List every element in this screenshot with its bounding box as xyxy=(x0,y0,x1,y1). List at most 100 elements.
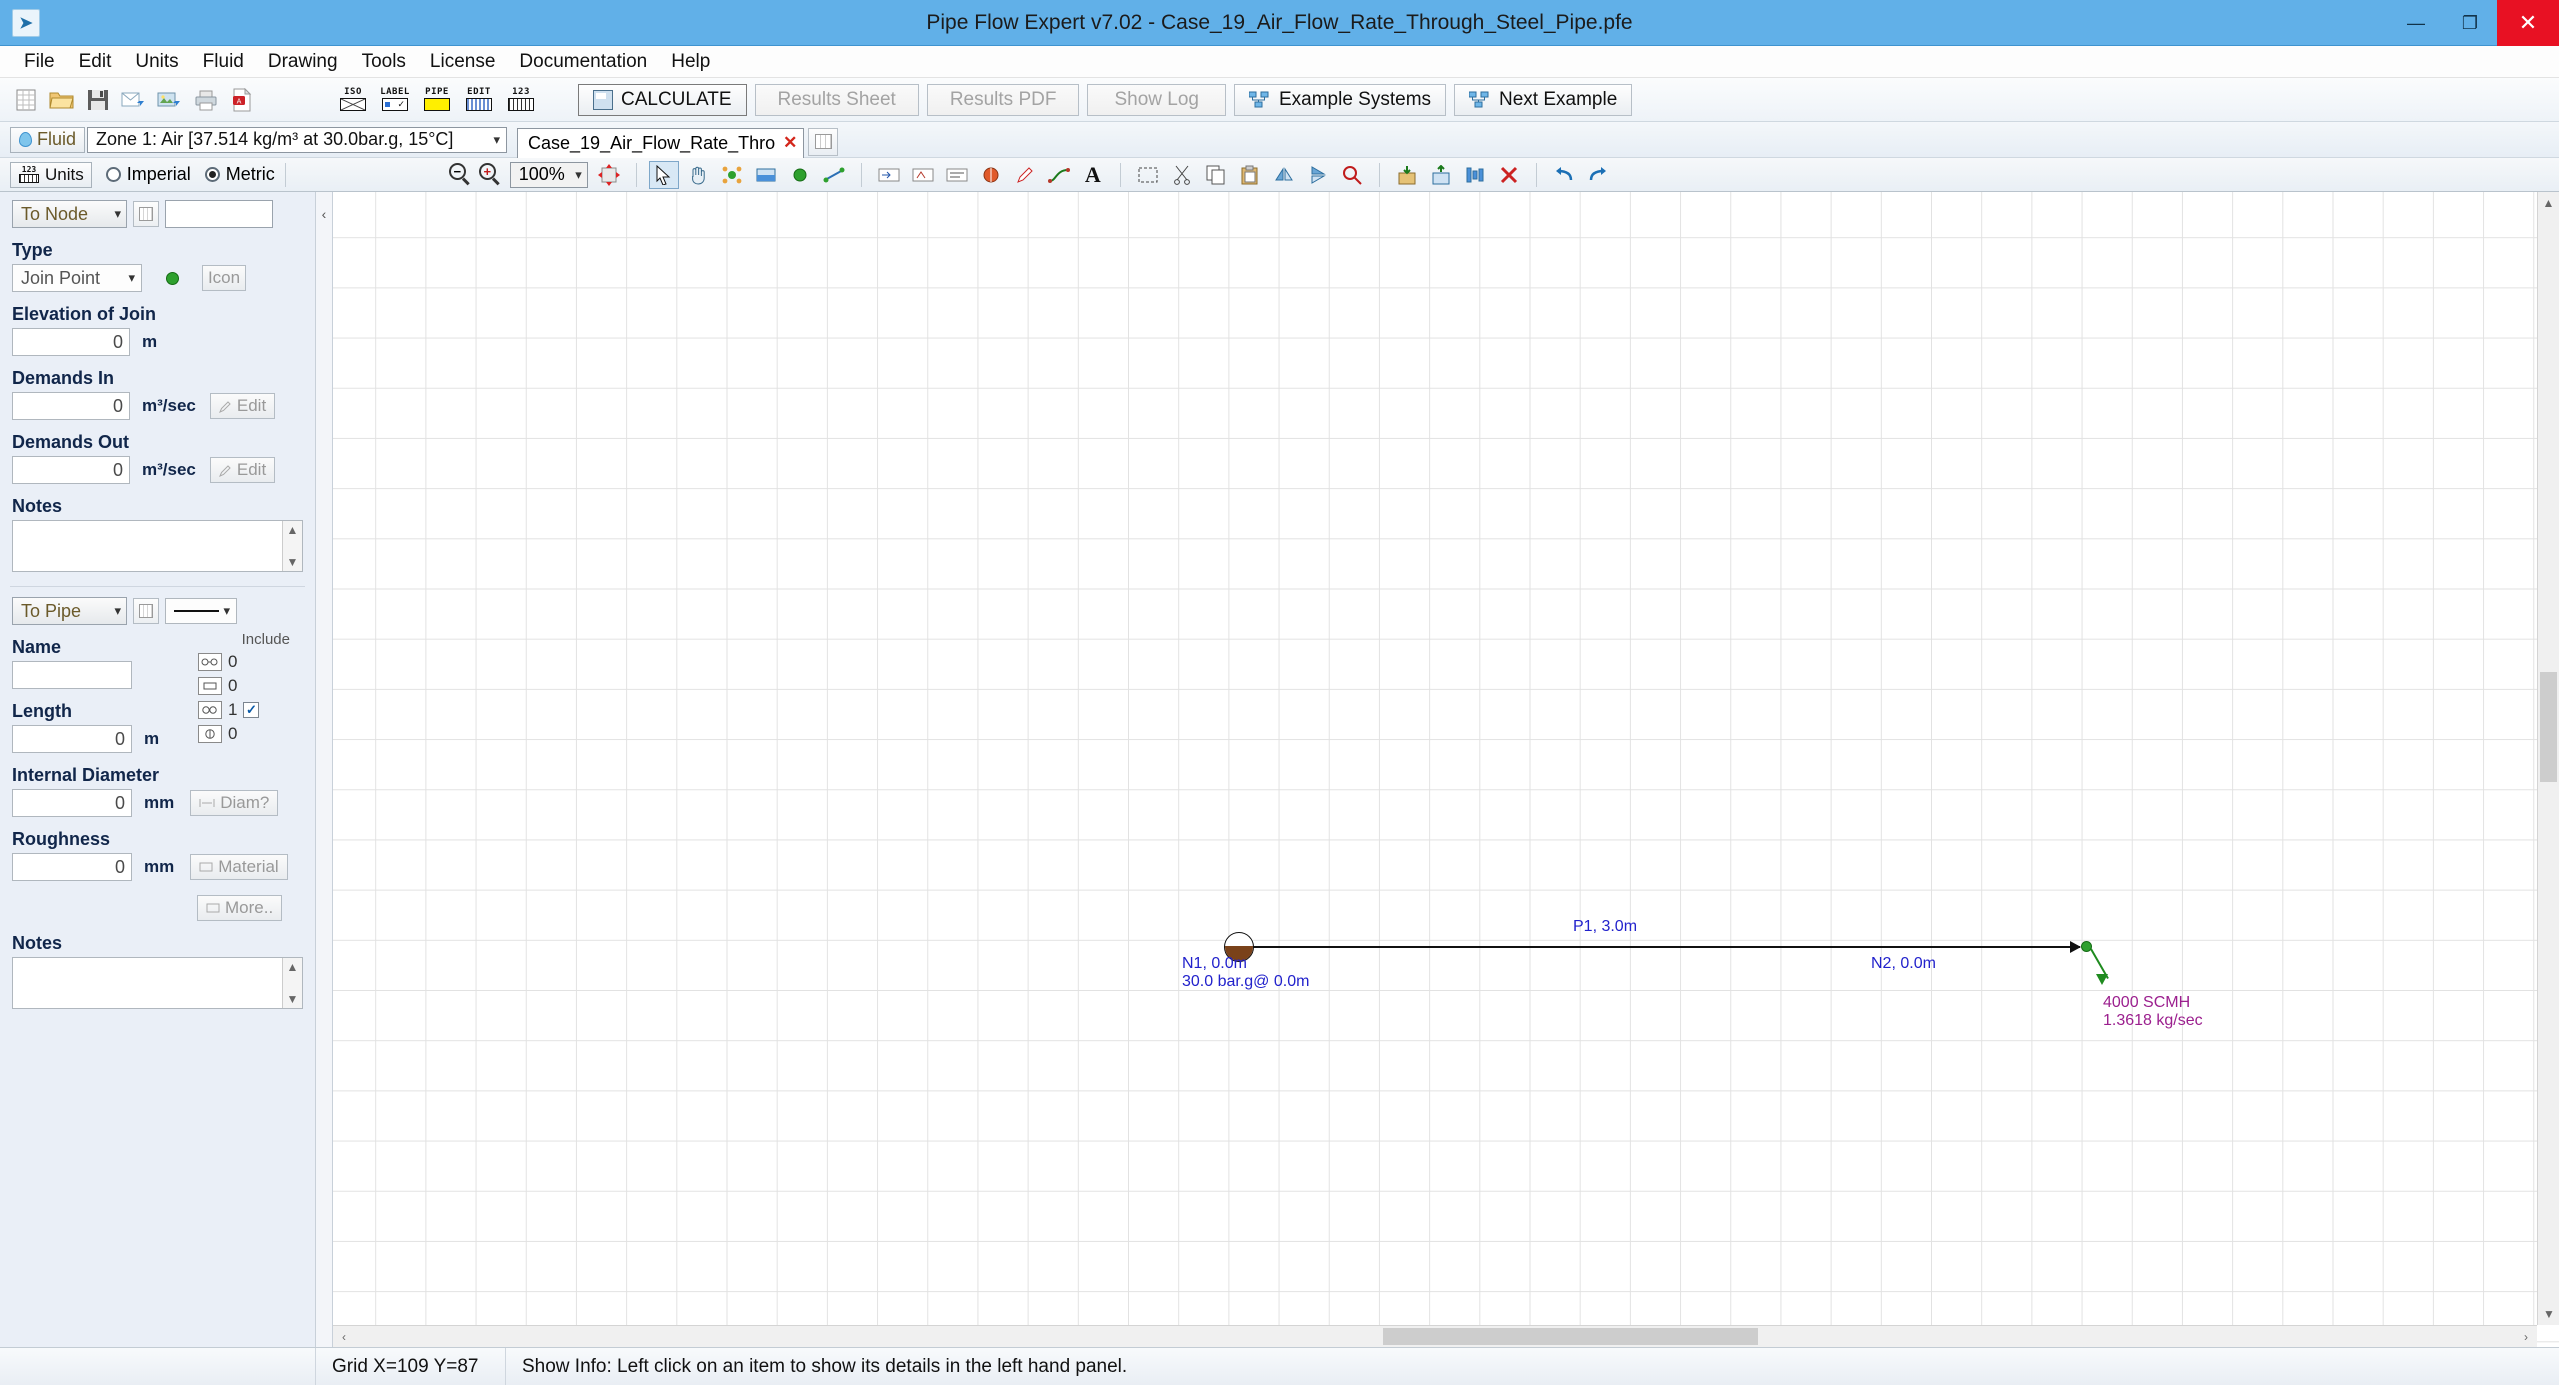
canvas-vertical-scrollbar[interactable]: ▲ ▼ xyxy=(2537,192,2559,1325)
pdf-icon[interactable]: A xyxy=(227,85,257,115)
scroll-down-icon[interactable]: ▼ xyxy=(2538,1303,2559,1325)
zoom-out-button[interactable]: − xyxy=(448,162,473,187)
to-pipe-select[interactable]: To Pipe ▾ xyxy=(12,597,127,625)
include-checkbox[interactable]: ✓ xyxy=(243,702,260,718)
results-sheet-button[interactable]: Results Sheet xyxy=(754,83,919,116)
pipe-notes-scrollbar[interactable]: ▲ ▼ xyxy=(282,958,302,1008)
flow-arrows-icon[interactable] xyxy=(874,161,904,189)
minimize-button[interactable]: — xyxy=(2389,0,2443,46)
scroll-up-icon[interactable]: ▲ xyxy=(287,523,299,537)
menu-documentation[interactable]: Documentation xyxy=(507,47,659,77)
zoom-level-select[interactable]: 100% ▾ xyxy=(509,161,588,188)
scroll-left-icon[interactable]: ‹ xyxy=(333,1326,355,1347)
add-node-icon[interactable] xyxy=(717,161,747,189)
maximize-button[interactable]: ❐ xyxy=(2443,0,2497,46)
cut-icon[interactable] xyxy=(1167,161,1197,189)
units-button[interactable]: 123 Units xyxy=(10,161,92,188)
fluid-button[interactable]: Fluid xyxy=(10,126,86,153)
export-data-icon[interactable] xyxy=(1426,161,1456,189)
menu-edit[interactable]: Edit xyxy=(67,47,124,77)
diameter-button[interactable]: Diam? xyxy=(190,790,279,816)
print-icon[interactable] xyxy=(191,85,221,115)
node-name-input[interactable] xyxy=(165,200,273,228)
next-example-button[interactable]: Next Example xyxy=(1454,83,1633,116)
demands-out-edit-button[interactable]: Edit xyxy=(209,457,276,483)
units123-icon[interactable]: 123 xyxy=(505,85,537,115)
copy-icon[interactable] xyxy=(1201,161,1231,189)
search-zoom-icon[interactable] xyxy=(1337,161,1367,189)
fluid-zone-select[interactable]: Zone 1: Air [37.514 kg/m³ at 30.0bar.g, … xyxy=(87,126,508,153)
legend-icon[interactable] xyxy=(942,161,972,189)
edit-icon[interactable]: EDIT xyxy=(463,85,495,115)
horizontal-scroll-thumb[interactable] xyxy=(1383,1328,1758,1345)
save-icon[interactable] xyxy=(83,85,113,115)
example-systems-button[interactable]: Example Systems xyxy=(1233,83,1447,116)
elevation-input[interactable]: 0 xyxy=(12,328,130,356)
undo-icon[interactable] xyxy=(1549,161,1579,189)
pipe-icon[interactable]: PIPE xyxy=(421,85,453,115)
add-pipe-icon[interactable] xyxy=(819,161,849,189)
node-type-select[interactable]: Join Point ▾ xyxy=(12,264,142,292)
export-image-icon[interactable] xyxy=(155,85,185,115)
results-pdf-button[interactable]: Results PDF xyxy=(926,83,1080,116)
valves-icon[interactable] xyxy=(198,677,222,695)
roughness-input[interactable]: 0 xyxy=(12,853,132,881)
email-icon[interactable] xyxy=(119,85,149,115)
pipe-notes-input[interactable]: ▲ ▼ xyxy=(12,957,303,1009)
icon-button[interactable]: Icon xyxy=(202,265,246,291)
more-button[interactable]: More.. xyxy=(197,895,283,921)
delete-icon[interactable] xyxy=(1494,161,1524,189)
pumps-icon[interactable] xyxy=(198,725,222,743)
close-button[interactable]: ✕ xyxy=(2497,0,2559,46)
pan-hand-icon[interactable] xyxy=(683,161,713,189)
flip-horizontal-icon[interactable] xyxy=(1269,161,1299,189)
select-pointer-icon[interactable] xyxy=(648,160,679,189)
menu-file[interactable]: File xyxy=(12,47,67,77)
document-tab[interactable]: Case_19_Air_Flow_Rate_Thro ✕ xyxy=(517,127,805,158)
components-icon[interactable] xyxy=(198,701,222,719)
menu-drawing[interactable]: Drawing xyxy=(256,47,350,77)
menu-help[interactable]: Help xyxy=(659,47,722,77)
metric-radio[interactable]: Metric xyxy=(204,164,275,185)
label-icon[interactable]: LABEL ✓ xyxy=(379,85,411,115)
imperial-radio[interactable]: Imperial xyxy=(105,164,191,185)
scroll-up-icon[interactable]: ▲ xyxy=(2538,192,2559,214)
open-folder-icon[interactable] xyxy=(47,85,77,115)
to-node-select[interactable]: To Node ▾ xyxy=(12,200,127,228)
fittings-icon[interactable] xyxy=(198,653,222,671)
pipe-target-icon[interactable] xyxy=(133,598,159,624)
menu-fluid[interactable]: Fluid xyxy=(191,47,256,77)
new-file-icon[interactable] xyxy=(11,85,41,115)
material-button[interactable]: Material xyxy=(190,854,288,880)
node-target-icon[interactable] xyxy=(133,201,159,227)
vertical-scroll-thumb[interactable] xyxy=(2540,672,2557,782)
marquee-select-icon[interactable] xyxy=(1133,161,1163,189)
redo-icon[interactable] xyxy=(1583,161,1613,189)
new-document-button[interactable] xyxy=(808,127,839,156)
panel-collapse-button[interactable]: ‹ xyxy=(315,192,333,1347)
canvas-horizontal-scrollbar[interactable]: ‹ › xyxy=(333,1325,2537,1347)
pipe-p1[interactable] xyxy=(1238,946,2080,948)
iso-icon[interactable]: ISO xyxy=(337,85,369,115)
menu-units[interactable]: Units xyxy=(123,47,190,77)
node-notes-scrollbar[interactable]: ▲ ▼ xyxy=(282,521,302,571)
show-log-button[interactable]: Show Log xyxy=(1087,83,1226,116)
add-tank-icon[interactable] xyxy=(751,161,781,189)
drawing-canvas[interactable]: N1, 0.0m 30.0 bar.g@ 0.0m P1, 3.0m N2, 0… xyxy=(333,192,2559,1347)
align-icon[interactable] xyxy=(1460,161,1490,189)
paste-icon[interactable] xyxy=(1235,161,1265,189)
curve-icon[interactable] xyxy=(1044,161,1074,189)
node-notes-input[interactable]: ▲ ▼ xyxy=(12,520,303,572)
scroll-down-icon[interactable]: ▼ xyxy=(287,555,299,569)
demands-in-edit-button[interactable]: Edit xyxy=(209,393,276,419)
import-data-icon[interactable] xyxy=(1392,161,1422,189)
scroll-right-icon[interactable]: › xyxy=(2515,1326,2537,1347)
zoom-in-button[interactable]: + xyxy=(478,162,503,187)
pipe-length-input[interactable]: 0 xyxy=(12,725,132,753)
menu-license[interactable]: License xyxy=(418,47,508,77)
pen-icon[interactable] xyxy=(1010,161,1040,189)
demands-out-input[interactable]: 0 xyxy=(12,456,130,484)
menu-tools[interactable]: Tools xyxy=(350,47,418,77)
pipe-name-input[interactable] xyxy=(12,661,132,689)
pipe-style-select[interactable]: ▾ xyxy=(165,598,237,624)
